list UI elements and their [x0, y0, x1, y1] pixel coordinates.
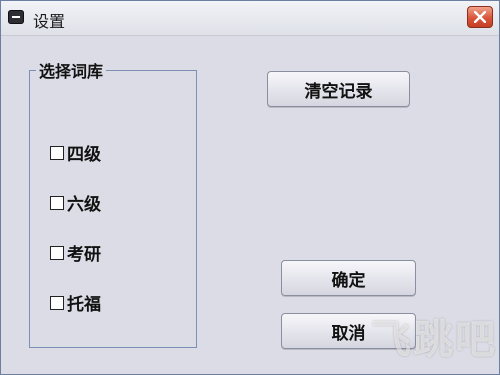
ok-button[interactable]: 确定: [281, 260, 416, 296]
option-toefl[interactable]: 托福: [50, 290, 101, 315]
settings-dialog: 设置 选择词库 四级 六级 考研 托福 清空记录 确定 取消 飞跳吧: [0, 0, 500, 375]
dictionary-group-label: 选择词库: [39, 62, 104, 81]
checkbox-kaoyan[interactable]: [50, 245, 64, 260]
checkbox-cet6[interactable]: [50, 195, 64, 210]
option-toefl-label: 托福: [67, 295, 101, 315]
close-icon: [474, 11, 486, 23]
option-cet6[interactable]: 六级: [50, 190, 101, 215]
watermark-logo: 飞跳吧: [371, 317, 497, 363]
option-cet4-label: 四级: [67, 145, 101, 165]
window-menu-icon[interactable]: [8, 10, 24, 24]
checkbox-toefl[interactable]: [50, 295, 64, 310]
title-bar[interactable]: 设置: [1, 1, 499, 36]
option-cet4[interactable]: 四级: [50, 140, 101, 165]
option-cet6-label: 六级: [67, 195, 101, 215]
close-button[interactable]: [467, 6, 493, 28]
option-kaoyan[interactable]: 考研: [50, 240, 101, 265]
checkbox-cet4[interactable]: [50, 145, 64, 160]
option-kaoyan-label: 考研: [67, 245, 101, 265]
clear-records-button[interactable]: 清空记录: [267, 71, 410, 107]
window-title: 设置: [33, 12, 66, 31]
dictionary-group: 选择词库 四级 六级 考研 托福: [29, 58, 197, 348]
